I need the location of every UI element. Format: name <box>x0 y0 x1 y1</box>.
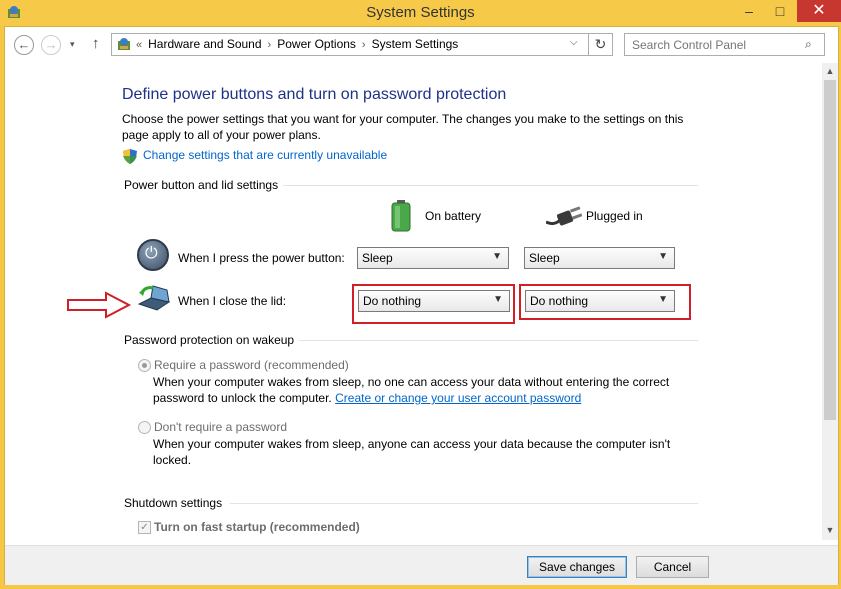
annotation-arrow-icon <box>67 291 132 319</box>
scroll-up-icon[interactable]: ▲ <box>822 63 838 79</box>
refresh-button[interactable]: ↻ <box>588 34 612 55</box>
no-password-label: Don't require a password <box>154 420 288 434</box>
divider <box>299 340 698 341</box>
require-password-description: When your computer wakes from sleep, no … <box>153 374 683 406</box>
highlight-box <box>352 284 515 324</box>
close-button[interactable]: ✕ <box>797 0 841 22</box>
search-icon[interactable]: ⌕ <box>805 37 812 52</box>
maximize-button[interactable]: □ <box>766 0 794 22</box>
control-panel-icon <box>118 38 130 50</box>
account-password-link[interactable]: Create or change your user account passw… <box>335 391 581 405</box>
breadcrumb-item-system-settings[interactable]: System Settings <box>372 37 459 51</box>
require-password-radio[interactable] <box>138 359 151 372</box>
section-title-power-button: Power button and lid settings <box>124 178 279 192</box>
power-symbol-icon: ⏻ <box>145 245 158 262</box>
power-button-battery-select[interactable]: Sleep ▼ <box>357 247 509 269</box>
power-button-label: When I press the power button: <box>178 251 345 265</box>
fast-startup-checkbox[interactable]: ✓ <box>138 521 151 534</box>
chevron-right-icon[interactable]: › <box>362 39 366 51</box>
breadcrumb-item-hardware-and-sound[interactable]: Hardware and Sound <box>148 37 261 51</box>
footer-bar <box>5 545 838 585</box>
address-dropdown-icon[interactable]: ⌵ <box>570 37 578 48</box>
back-button[interactable]: ← <box>14 35 34 55</box>
battery-icon <box>391 200 411 232</box>
search-input[interactable] <box>632 38 792 52</box>
breadcrumb-item-power-options[interactable]: Power Options <box>277 37 356 51</box>
up-button[interactable]: ↑ <box>92 35 100 52</box>
no-password-description: When your computer wakes from sleep, any… <box>153 437 671 467</box>
page-title: Define power buttons and turn on passwor… <box>122 86 507 103</box>
forward-button[interactable]: → <box>41 35 61 55</box>
section-title-password: Password protection on wakeup <box>124 333 295 347</box>
divider <box>230 503 698 504</box>
chevron-down-icon: ▼ <box>492 251 502 262</box>
select-value: Sleep <box>362 251 393 265</box>
lid-close-label: When I close the lid: <box>178 294 287 308</box>
save-changes-button[interactable]: Save changes <box>527 556 627 578</box>
no-password-radio[interactable] <box>138 421 151 434</box>
column-header-on-battery: On battery <box>425 209 482 223</box>
breadcrumb-overflow-icon[interactable]: « <box>136 39 142 51</box>
uac-shield-icon <box>123 149 137 164</box>
section-title-shutdown: Shutdown settings <box>124 496 223 510</box>
scrollbar-thumb[interactable] <box>824 80 836 420</box>
power-button-plugged-select[interactable]: Sleep ▼ <box>524 247 675 269</box>
power-plug-icon <box>546 206 582 226</box>
column-header-plugged-in: Plugged in <box>586 209 643 223</box>
cancel-button[interactable]: Cancel <box>636 556 709 578</box>
page-description: Choose the power settings that you want … <box>122 112 684 142</box>
minimize-button[interactable]: – <box>735 0 763 22</box>
breadcrumb: « Hardware and Sound › Power Options › System… <box>136 37 458 51</box>
require-password-label: Require a password (recommended) <box>154 358 349 372</box>
change-settings-link[interactable]: Change settings that are currently unava… <box>143 148 387 162</box>
recent-locations-button[interactable]: ▾ <box>70 39 75 50</box>
fast-startup-label: Turn on fast startup (recommended) <box>154 520 360 534</box>
highlight-box <box>519 284 691 320</box>
chevron-down-icon: ▼ <box>658 251 668 262</box>
chevron-right-icon[interactable]: › <box>268 39 272 51</box>
scroll-down-icon[interactable]: ▼ <box>822 522 838 538</box>
divider <box>283 185 698 186</box>
select-value: Sleep <box>529 251 560 265</box>
window-title: System Settings <box>366 4 475 21</box>
laptop-lid-icon <box>137 285 171 311</box>
